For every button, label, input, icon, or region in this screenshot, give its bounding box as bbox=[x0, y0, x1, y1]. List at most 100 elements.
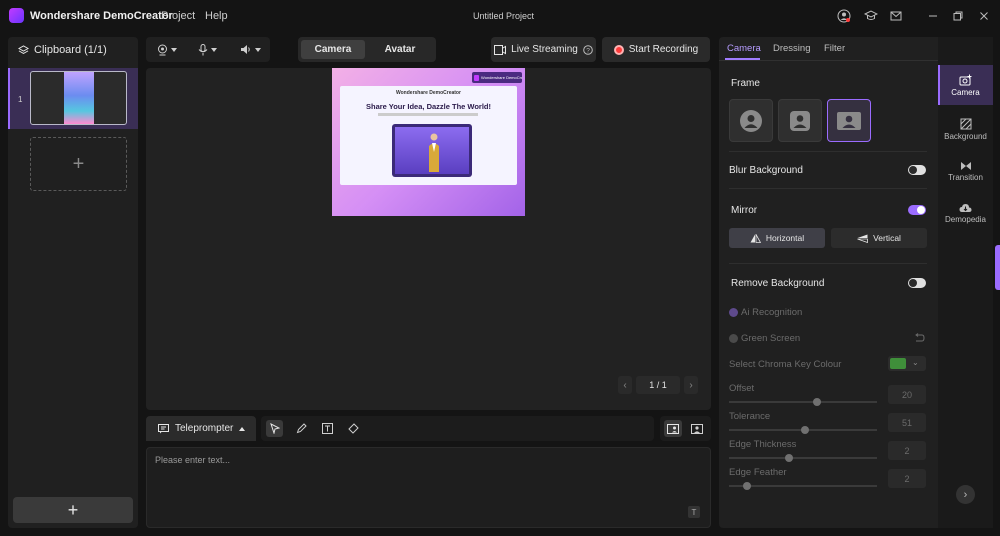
clip-index: 1 bbox=[18, 95, 23, 104]
teleprompter-tab[interactable]: Teleprompter bbox=[146, 416, 256, 441]
edge-feather-slider[interactable] bbox=[729, 482, 877, 490]
offset-label: Offset bbox=[729, 383, 755, 394]
preview-card-brand: Wondershare DemoCreator bbox=[396, 90, 461, 96]
tab-filter[interactable]: Filter bbox=[824, 43, 845, 54]
account-icon[interactable] bbox=[837, 9, 851, 23]
sidebar-item-background[interactable]: Background bbox=[938, 109, 993, 149]
panel-edge-handle[interactable] bbox=[995, 245, 1000, 290]
divider bbox=[729, 263, 927, 264]
page-indicator: 1 / 1 bbox=[636, 376, 680, 394]
scene-preview[interactable]: Wondershare DemoCreator Wondershare Demo… bbox=[332, 68, 525, 216]
green-screen-label: Green Screen bbox=[741, 333, 801, 344]
frame-circle-button[interactable] bbox=[729, 99, 773, 142]
pen-tool-button[interactable] bbox=[293, 420, 310, 437]
camera-settings-panel: Camera Dressing Filter Frame Blur Backgr… bbox=[719, 37, 938, 528]
frame-rounded-icon bbox=[790, 110, 810, 131]
annotation-toolbar bbox=[261, 416, 654, 441]
ai-recognition-radio[interactable] bbox=[729, 308, 738, 317]
microphone-dropdown[interactable] bbox=[194, 42, 220, 57]
reset-icon[interactable] bbox=[913, 332, 925, 344]
background-icon bbox=[960, 118, 972, 130]
mirror-toggle[interactable] bbox=[908, 205, 926, 215]
layers-icon bbox=[18, 44, 29, 56]
recording-canvas[interactable]: Wondershare DemoCreator Wondershare Demo… bbox=[146, 68, 711, 410]
webcam-dropdown[interactable] bbox=[154, 42, 180, 57]
mode-camera-tab[interactable]: Camera bbox=[301, 40, 365, 59]
frame-rounded-button[interactable] bbox=[778, 99, 822, 142]
mail-icon[interactable] bbox=[889, 9, 903, 23]
offset-slider[interactable] bbox=[729, 398, 877, 406]
sidebar-camera-label: Camera bbox=[951, 87, 980, 97]
add-clip-button[interactable]: + bbox=[30, 137, 127, 191]
close-icon[interactable] bbox=[977, 9, 991, 23]
start-recording-button[interactable]: Start Recording bbox=[602, 37, 710, 62]
minimize-icon[interactable] bbox=[926, 9, 940, 23]
sidebar-demopedia-label: Demopedia bbox=[945, 214, 986, 224]
feature-sidebar: Camera Background Transition Demopedia › bbox=[938, 37, 993, 528]
layout-camera-screen-button[interactable] bbox=[664, 420, 682, 437]
speaker-dropdown[interactable] bbox=[236, 42, 264, 57]
mirror-vertical-button[interactable]: Vertical bbox=[831, 228, 927, 248]
restore-icon[interactable] bbox=[951, 9, 965, 23]
prev-page-button[interactable]: ‹ bbox=[618, 376, 632, 394]
sidebar-item-transition[interactable]: Transition bbox=[938, 151, 993, 191]
menu-project[interactable]: Project bbox=[161, 10, 195, 22]
frame-circle-icon bbox=[740, 109, 762, 132]
tab-camera[interactable]: Camera bbox=[727, 43, 761, 54]
title-bar: Wondershare DemoCreator Project Help Unt… bbox=[0, 0, 1000, 32]
mirror-horizontal-button[interactable]: Horizontal bbox=[729, 228, 825, 248]
sidebar-active-indicator bbox=[938, 65, 940, 105]
chroma-key-label: Select Chroma Key Colour bbox=[729, 359, 842, 370]
layout-camera-only-button[interactable] bbox=[688, 420, 706, 437]
learn-cap-icon[interactable] bbox=[864, 9, 878, 23]
divider bbox=[729, 188, 927, 189]
svg-text:?: ? bbox=[586, 47, 590, 54]
next-page-button[interactable]: › bbox=[684, 376, 698, 394]
start-recording-label: Start Recording bbox=[628, 44, 699, 55]
live-streaming-label: Live Streaming bbox=[511, 44, 578, 55]
blur-background-toggle[interactable] bbox=[908, 165, 926, 175]
add-scene-button[interactable]: + bbox=[13, 497, 133, 523]
green-screen-radio[interactable] bbox=[729, 334, 738, 343]
teleprompter-label: Teleprompter bbox=[175, 423, 234, 434]
offset-value[interactable]: 20 bbox=[888, 385, 926, 404]
sidebar-item-camera[interactable]: Camera bbox=[938, 65, 993, 105]
tab-dressing[interactable]: Dressing bbox=[773, 43, 811, 54]
ai-recognition-label: Ai Recognition bbox=[741, 307, 803, 318]
sidebar-item-demopedia[interactable]: Demopedia bbox=[938, 193, 993, 233]
blur-background-label: Blur Background bbox=[729, 165, 803, 176]
tolerance-slider[interactable] bbox=[729, 426, 877, 434]
tolerance-value[interactable]: 51 bbox=[888, 413, 926, 432]
frame-rectangle-button[interactable] bbox=[827, 99, 871, 142]
microphone-icon bbox=[198, 43, 208, 56]
chevron-down-icon bbox=[171, 47, 177, 52]
teleprompter-text-area[interactable]: Please enter text... T bbox=[146, 447, 711, 528]
chroma-color-picker[interactable]: ⌄ bbox=[888, 356, 926, 371]
live-icon bbox=[494, 44, 507, 55]
clipboard-title: Clipboard (1/1) bbox=[34, 44, 107, 56]
font-size-icon[interactable]: T bbox=[688, 506, 700, 518]
mode-avatar-tab[interactable]: Avatar bbox=[368, 40, 432, 59]
edge-thickness-value[interactable]: 2 bbox=[888, 441, 926, 460]
teleprompter-placeholder: Please enter text... bbox=[155, 455, 231, 465]
edge-feather-label: Edge Feather bbox=[729, 467, 787, 478]
remove-background-toggle[interactable] bbox=[908, 278, 926, 288]
divider bbox=[729, 151, 927, 152]
chevron-right-icon[interactable]: › bbox=[956, 485, 975, 504]
text-tool-button[interactable] bbox=[319, 420, 336, 437]
caret-up-icon bbox=[239, 426, 246, 431]
screen-camera-icon bbox=[667, 423, 679, 434]
clip-thumbnail[interactable] bbox=[30, 71, 127, 125]
eraser-tool-button[interactable] bbox=[345, 420, 362, 437]
menu-help[interactable]: Help bbox=[205, 10, 228, 22]
edge-feather-value[interactable]: 2 bbox=[888, 469, 926, 488]
mirror-horizontal-label: Horizontal bbox=[765, 233, 805, 243]
webcam-icon bbox=[157, 44, 168, 56]
help-icon[interactable]: ? bbox=[583, 44, 593, 55]
eraser-icon bbox=[348, 423, 359, 434]
speaker-icon bbox=[240, 44, 252, 55]
live-streaming-button[interactable]: Live Streaming ? bbox=[491, 37, 596, 62]
edge-thickness-slider[interactable] bbox=[729, 454, 877, 462]
chevron-down-icon bbox=[210, 47, 217, 52]
select-tool-button[interactable] bbox=[266, 420, 283, 437]
